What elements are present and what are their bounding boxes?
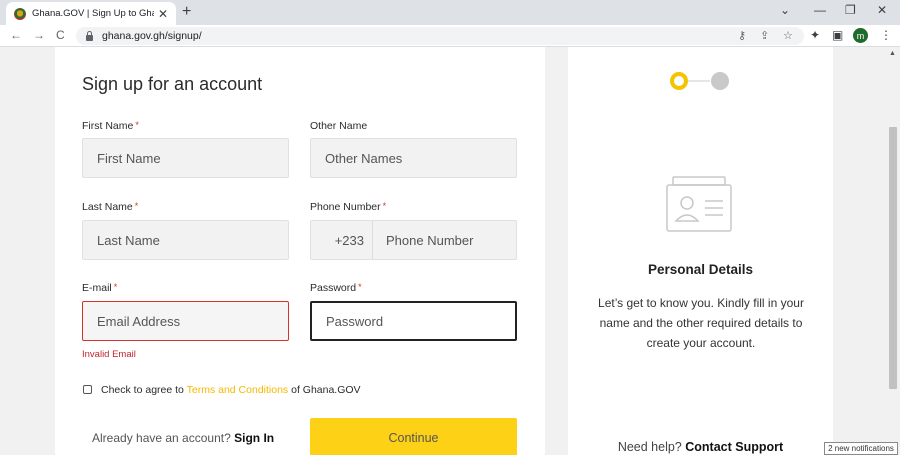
- new-tab-button[interactable]: +: [182, 3, 191, 21]
- terms-prefix: Check to agree to: [101, 384, 184, 396]
- browser-tabstrip: Ghana.GOV | Sign Up to Ghana.G ✕ + ⌄ — ❐…: [0, 0, 900, 25]
- email-placeholder: Email Address: [97, 313, 181, 329]
- panel-description: Let’s get to know you. Kindly fill in yo…: [598, 296, 804, 350]
- other-name-label: Other Name: [310, 120, 368, 132]
- tab-title: Ghana.GOV | Sign Up to Ghana.G: [32, 8, 154, 19]
- close-window-button[interactable]: ✕: [877, 3, 887, 17]
- password-placeholder: Password: [326, 313, 384, 329]
- last-name-placeholder: Last Name: [97, 232, 160, 248]
- signup-form-card: Sign up for an account First Name * First…: [55, 47, 545, 455]
- id-card-icon: [666, 176, 732, 232]
- terms-link[interactable]: Terms and Conditions: [187, 384, 289, 396]
- address-bar[interactable]: ghana.gov.gh/signup/ ⚷ ⇪ ☆: [76, 27, 804, 45]
- close-tab-icon[interactable]: ✕: [158, 7, 168, 21]
- extensions-icon[interactable]: ✦: [810, 28, 820, 42]
- password-field[interactable]: Password: [310, 301, 517, 341]
- step-indicator-inactive: [711, 72, 729, 90]
- page-title: Sign up for an account: [82, 74, 263, 94]
- signin-prompt-text: Already have an account?: [92, 431, 231, 445]
- panel-title: Personal Details: [647, 262, 754, 277]
- profile-avatar[interactable]: m: [853, 28, 868, 43]
- terms-suffix: of Ghana.GOV: [291, 384, 361, 396]
- first-name-input[interactable]: First Name: [82, 138, 289, 178]
- required-marker: *: [382, 201, 387, 211]
- other-name-placeholder: Other Names: [325, 150, 403, 166]
- tab-search-icon[interactable]: ⌄: [780, 3, 790, 17]
- minimize-button[interactable]: —: [814, 3, 826, 17]
- required-marker: *: [358, 282, 362, 292]
- country-code[interactable]: +233: [311, 221, 373, 259]
- email-label: E-mail *: [82, 282, 118, 294]
- url-text[interactable]: ghana.gov.gh/signup/: [102, 30, 202, 42]
- share-icon[interactable]: ⇪: [760, 29, 769, 42]
- lock-icon[interactable]: [86, 30, 93, 41]
- page-scrollbar[interactable]: ▲: [886, 47, 900, 455]
- email-error-message: Invalid Email: [82, 349, 136, 360]
- sign-in-link[interactable]: Sign In: [234, 431, 274, 445]
- phone-number-placeholder: Phone Number: [386, 232, 474, 248]
- phone-number-label: Phone Number *: [310, 201, 387, 213]
- reload-button[interactable]: C: [56, 28, 65, 42]
- scroll-up-arrow-icon[interactable]: ▲: [889, 50, 896, 57]
- ghana-coat-of-arms-icon: [14, 7, 26, 20]
- required-marker: *: [113, 282, 118, 292]
- continue-button[interactable]: Continue: [310, 418, 517, 455]
- last-name-input[interactable]: Last Name: [82, 220, 289, 260]
- scrollbar-thumb[interactable]: [889, 127, 897, 389]
- help-prefix: Need help?: [617, 440, 682, 454]
- first-name-label: First Name *: [82, 120, 139, 132]
- side-panel-icon[interactable]: ▣: [832, 28, 843, 42]
- first-name-placeholder: First Name: [97, 150, 161, 166]
- browser-toolbar: ← → C ghana.gov.gh/signup/ ⚷ ⇪ ☆ ✦ ▣ m ⋮: [0, 25, 900, 47]
- required-marker: *: [134, 201, 139, 211]
- key-icon[interactable]: ⚷: [738, 29, 746, 42]
- step-indicator-active: [670, 72, 688, 90]
- menu-icon[interactable]: ⋮: [880, 28, 892, 42]
- star-icon[interactable]: ☆: [783, 29, 793, 42]
- help-section: Need help? Contact Support: [568, 440, 833, 454]
- email-field[interactable]: Email Address: [82, 301, 289, 341]
- terms-checkbox[interactable]: [83, 385, 92, 394]
- restore-button[interactable]: ❐: [845, 3, 856, 17]
- last-name-label: Last Name *: [82, 201, 139, 213]
- other-name-input[interactable]: Other Names: [310, 138, 517, 178]
- terms-text: Check to agree to Terms and Conditions o…: [101, 384, 361, 396]
- required-marker: *: [135, 120, 139, 130]
- notification-badge[interactable]: 2 new notifications: [824, 442, 898, 455]
- page-viewport: Sign up for an account First Name * First…: [0, 47, 886, 455]
- contact-support-link[interactable]: Contact Support: [685, 440, 783, 454]
- phone-number-input[interactable]: +233 Phone Number: [310, 220, 517, 260]
- browser-tab[interactable]: Ghana.GOV | Sign Up to Ghana.G ✕: [6, 2, 176, 25]
- forward-button[interactable]: →: [33, 28, 45, 42]
- step-connector: [688, 80, 710, 82]
- password-label: Password *: [310, 282, 362, 294]
- signin-prompt: Already have an account? Sign In: [92, 431, 274, 445]
- step-info-panel: Personal Details Let’s get to know you. …: [568, 47, 833, 455]
- back-button[interactable]: ←: [10, 28, 22, 42]
